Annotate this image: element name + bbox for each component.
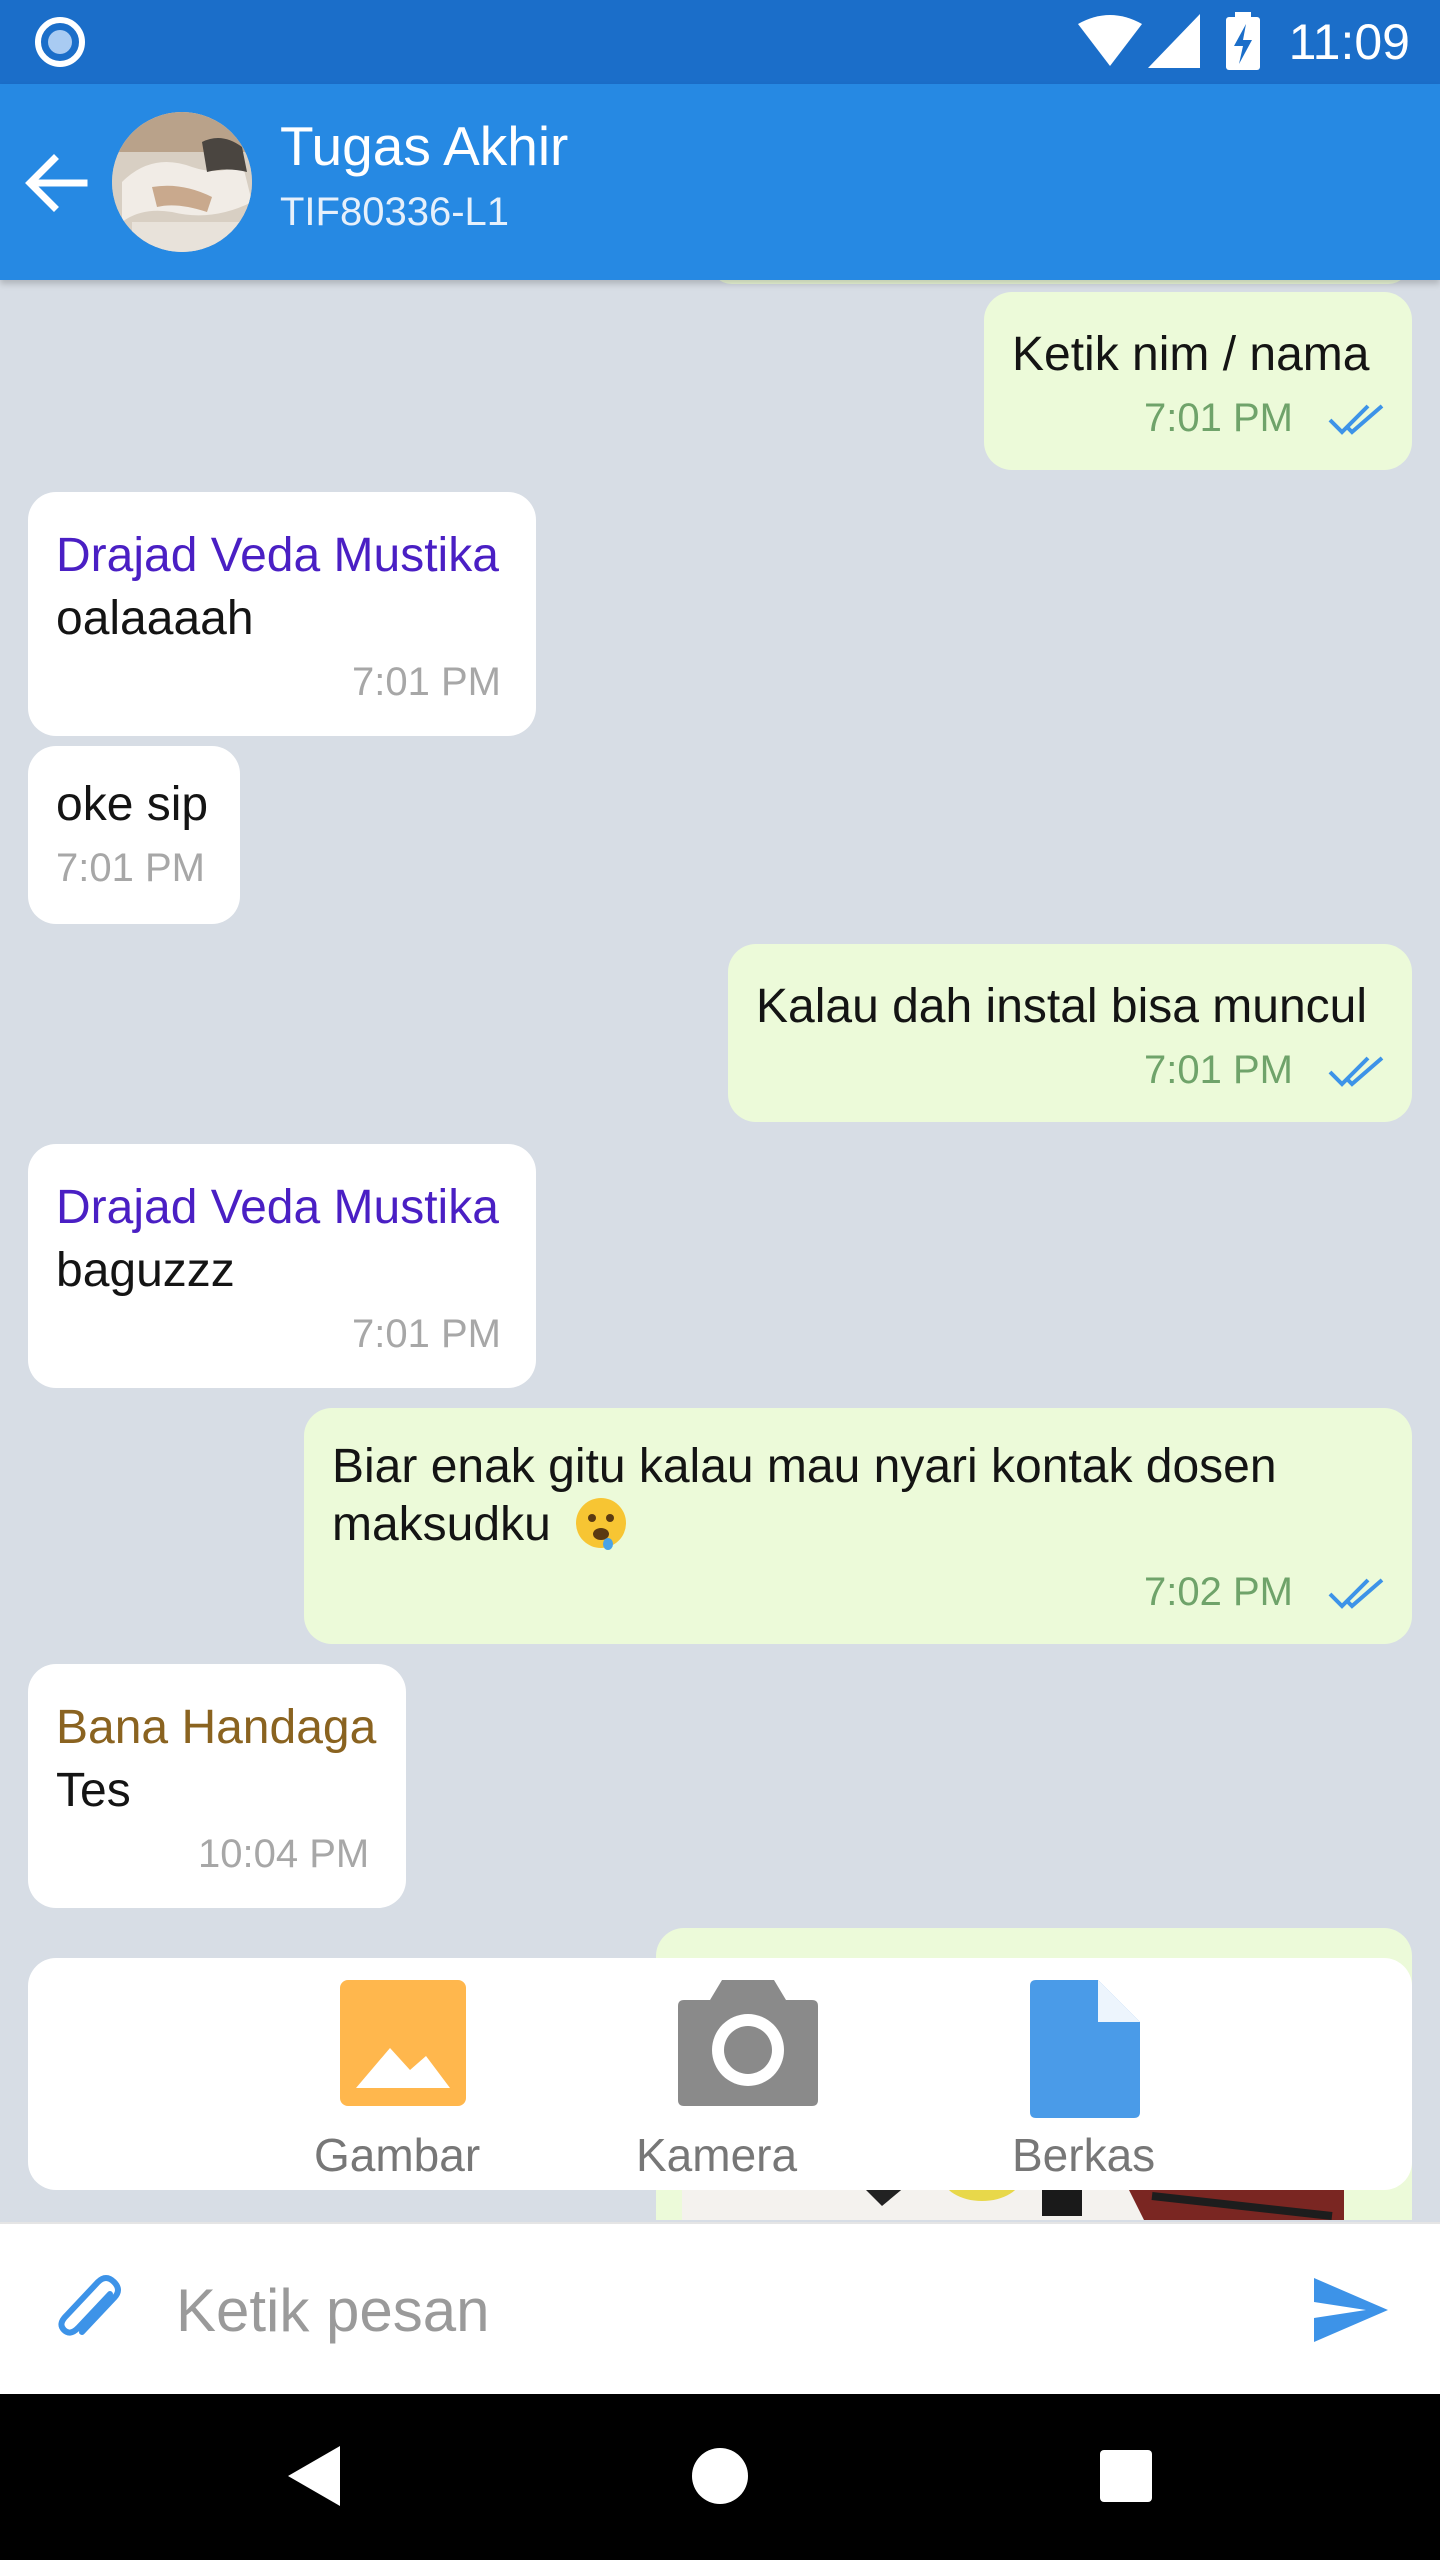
attach-label: Kamera [636,2129,798,2181]
wifi-icon [1078,15,1142,66]
message-text: oalaaaah [56,592,254,645]
chat-title: Tugas Akhir [280,115,569,177]
message-bubble-outgoing[interactable]: Biar enak gitu kalau mau nyari kontak do… [304,1408,1412,1644]
message-bubble-incoming[interactable]: oke sip 7:01 PM [28,746,240,924]
partial-message [710,280,1410,284]
double-check-icon [1328,404,1384,435]
message-text: Tes [56,1764,131,1817]
status-time: 11:09 [1288,14,1410,70]
message-bubble-incoming[interactable]: Drajad Veda Mustika baguzzz 7:01 PM [28,1144,536,1388]
signal-icon [1148,14,1200,68]
message-text: Biar enak gitu kalau mau nyari kontak do… [332,1440,1277,1493]
home-nav-icon[interactable] [690,2446,750,2506]
file-icon [1030,1980,1140,2118]
attach-kamera-button[interactable]: Kamera [622,1978,872,2190]
message-text: oke sip [56,778,209,831]
chat-subtitle: TIF80336-L1 [280,190,510,234]
message-bubble-incoming[interactable]: Bana Handaga Tes 10:04 PM [28,1664,406,1908]
camera-icon [678,1980,818,2106]
attach-berkas-button[interactable]: Berkas [958,1978,1208,2190]
message-bubble-incoming[interactable]: Drajad Veda Mustika oalaaaah 7:01 PM [28,492,536,736]
message-time: 7:01 PM [1144,396,1293,440]
message-time: 10:04 PM [198,1832,370,1876]
message-bubble-outgoing[interactable]: Kalau dah instal bisa muncul 7:01 PM [728,944,1412,1122]
system-navigation-bar [0,2392,1440,2560]
send-icon[interactable] [1312,2276,1390,2344]
message-time: 7:02 PM [1144,1570,1293,1614]
status-bar: 11:09 [0,0,1440,84]
message-input-bar: Ketik pesan [0,2222,1440,2394]
message-text: Ketik nim / nama [1012,328,1370,381]
attach-label: Gambar [314,2129,481,2181]
sender-name: Drajad Veda Mustika [56,529,499,582]
chat-header: Tugas Akhir TIF80336-L1 [0,84,1440,280]
message-text: Kalau dah instal bisa muncul [756,980,1368,1033]
avatar[interactable] [112,112,252,252]
double-check-icon [1328,1056,1384,1087]
recents-nav-icon[interactable] [1098,2448,1154,2504]
notification-dot-icon [35,17,85,67]
attach-label: Berkas [1012,2129,1156,2181]
sender-name: Bana Handaga [56,1701,377,1754]
avatar-image [112,112,252,252]
message-time: 7:01 PM [352,1312,501,1356]
double-check-icon [1328,1578,1384,1609]
paperclip-icon[interactable] [52,2268,124,2348]
message-time: 7:01 PM [352,660,501,704]
message-text: baguzzz [56,1244,235,1297]
back-arrow-icon[interactable] [24,154,88,212]
message-list[interactable]: Ketik nim / nama 7:01 PM Drajad Veda Mus… [0,280,1440,2220]
message-text-line2: maksudku [332,1496,628,1554]
attach-gambar-button[interactable]: Gambar [278,1978,528,2190]
message-time: 7:01 PM [1144,1048,1293,1092]
image-icon [340,1980,466,2106]
message-time: 7:01 PM [56,846,205,890]
message-input[interactable]: Ketik pesan [176,2276,490,2346]
back-nav-icon[interactable] [286,2444,342,2508]
drooling-face-emoji-icon [576,1498,627,1550]
battery-icon [1226,12,1260,70]
attachment-menu: Gambar Kamera Berkas [28,1958,1412,2190]
sender-name: Drajad Veda Mustika [56,1181,499,1234]
message-bubble-outgoing[interactable]: Ketik nim / nama 7:01 PM [984,292,1412,470]
message-text-continued: maksudku [332,1498,551,1551]
